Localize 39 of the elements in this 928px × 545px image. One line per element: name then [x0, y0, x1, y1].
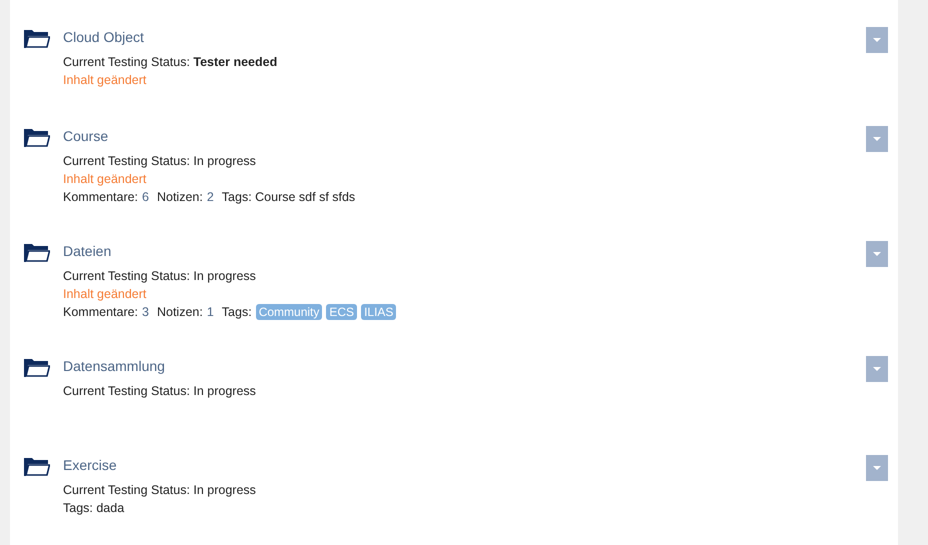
folder-icon	[24, 244, 50, 262]
caret-icon	[873, 252, 881, 256]
item-title[interactable]: Datensammlung	[63, 356, 165, 376]
folder-icon	[24, 359, 50, 377]
caret-icon	[873, 366, 881, 372]
status-text: Current Testing Status: In progress	[63, 153, 257, 170]
count-link[interactable]: 6	[142, 188, 149, 206]
count-link[interactable]: 2	[206, 188, 214, 206]
tags-text: Tags: dada	[63, 500, 124, 517]
count-link[interactable]: 3	[142, 303, 149, 321]
status-text: Current Testing Status: In progress	[63, 482, 257, 499]
changed-note: Inhalt geändert	[63, 72, 148, 89]
folder-icon	[24, 30, 50, 48]
caret-icon	[873, 466, 881, 470]
meta-label: Kommentare:	[63, 189, 138, 206]
dropdown-button[interactable]	[866, 455, 888, 481]
item-title[interactable]: Dateien	[63, 241, 112, 261]
dropdown-button[interactable]	[866, 27, 888, 53]
count-link[interactable]: 1	[206, 303, 214, 321]
caret-icon	[873, 38, 881, 42]
meta-label: Notizen:	[156, 304, 203, 321]
changed-note: Inhalt geändert	[63, 171, 148, 188]
folder-icon	[24, 458, 50, 476]
status-text: Current Testing Status: In progress	[63, 383, 257, 400]
item-title[interactable]: Cloud Object	[63, 27, 144, 47]
folder-icon	[24, 129, 50, 147]
item-title[interactable]: Course	[63, 126, 108, 146]
status-text: Current Testing Status: Tester needed	[63, 54, 278, 71]
tags-text: Tags: Course sdf sf sfds	[222, 189, 356, 206]
changed-note: Inhalt geändert	[63, 286, 148, 303]
item-title[interactable]: Exercise	[63, 455, 117, 475]
dropdown-button[interactable]	[866, 356, 888, 382]
caret-icon	[873, 136, 881, 142]
meta-label: Kommentare:	[63, 304, 138, 321]
meta-label: Tags:	[222, 304, 252, 321]
dropdown-button[interactable]	[866, 126, 888, 152]
meta-label: Notizen:	[156, 189, 203, 206]
status-text: Current Testing Status: In progress	[63, 268, 257, 285]
dropdown-button[interactable]	[866, 241, 888, 267]
